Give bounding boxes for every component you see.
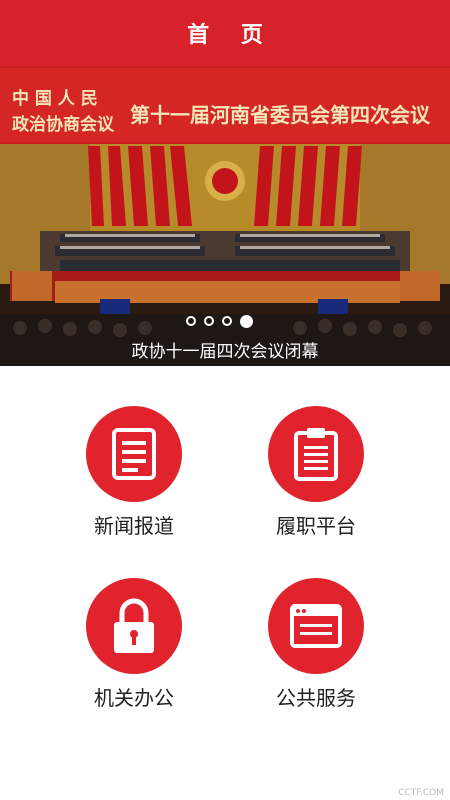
banner-headline-small-top: 中 国 人 民 xyxy=(12,88,98,109)
menu-duty-label: 履职平台 xyxy=(276,514,356,538)
menu-public-label: 公共服务 xyxy=(276,686,356,710)
menu-public-circle[interactable] xyxy=(268,578,364,674)
menu-duty-circle[interactable] xyxy=(268,406,364,502)
browser-window-icon xyxy=(290,604,342,648)
carousel-indicator[interactable] xyxy=(186,314,253,328)
banner-headline-main: 第十一届河南省委员会第四次会议 xyxy=(130,103,431,127)
carousel-dot-1[interactable] xyxy=(186,316,196,326)
watermark: CCTF.COM xyxy=(398,788,444,798)
document-list-icon xyxy=(112,428,156,480)
menu-news-circle[interactable] xyxy=(86,406,182,502)
menu-office[interactable]: 机关办公 xyxy=(54,578,214,728)
carousel-dot-2[interactable] xyxy=(204,316,214,326)
menu-office-label: 机关办公 xyxy=(94,686,174,710)
lock-icon xyxy=(114,598,154,653)
menu-news-label: 新闻报道 xyxy=(94,514,174,538)
menu-duty-platform[interactable]: 履职平台 xyxy=(236,406,396,556)
top-bar: 首 页 xyxy=(0,0,450,66)
clipboard-icon xyxy=(294,428,338,481)
page-title: 首 页 xyxy=(187,23,275,48)
banner-caption: 政协十一届四次会议闭幕 xyxy=(131,341,319,362)
banner-headline-small-bottom: 政治协商会议 xyxy=(12,114,115,135)
menu-news[interactable]: 新闻报道 xyxy=(54,406,214,556)
menu-public-service[interactable]: 公共服务 xyxy=(236,578,396,728)
carousel-dot-4-active[interactable] xyxy=(240,314,253,328)
menu-office-circle[interactable] xyxy=(86,578,182,674)
carousel-dot-3[interactable] xyxy=(222,316,232,326)
